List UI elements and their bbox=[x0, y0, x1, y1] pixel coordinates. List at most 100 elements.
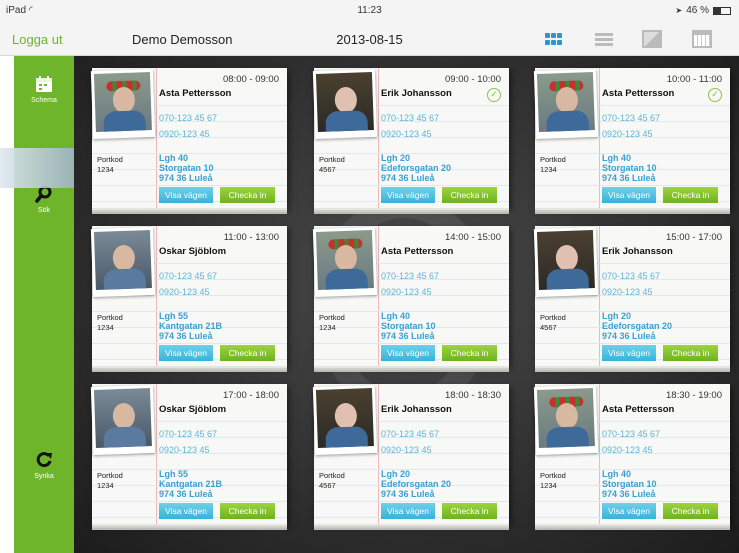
client-name: Asta Pettersson bbox=[381, 246, 454, 257]
mobile-phone-link[interactable]: 070-123 45 67 bbox=[381, 113, 439, 123]
client-avatar bbox=[93, 72, 152, 132]
check-in-button[interactable]: Checka in bbox=[220, 503, 275, 519]
client-photo bbox=[90, 226, 156, 298]
show-route-button[interactable]: Visa vägen bbox=[381, 503, 435, 519]
home-phone-link[interactable]: 0920-123 45 bbox=[159, 129, 210, 139]
apartment: Lgh 40 bbox=[602, 469, 632, 479]
mobile-phone-link[interactable]: 070-123 45 67 bbox=[159, 271, 217, 281]
visit-card[interactable]: 10:00 - 11:00 Asta Pettersson ✓ 070-123 … bbox=[533, 68, 730, 208]
home-phone-link[interactable]: 0920-123 45 bbox=[602, 445, 653, 455]
apartment: Lgh 40 bbox=[381, 311, 411, 321]
apartment: Lgh 20 bbox=[381, 153, 411, 163]
street-address: Edeforsgatan 20 bbox=[381, 479, 452, 489]
street-address: Storgatan 10 bbox=[602, 479, 657, 489]
home-phone-link[interactable]: 0920-123 45 bbox=[381, 129, 432, 139]
check-in-button[interactable]: Checka in bbox=[442, 345, 497, 361]
sidebar-item-schema[interactable]: Schema bbox=[14, 74, 74, 104]
client-name: Erik Johansson bbox=[381, 88, 452, 99]
visit-time: 18:00 - 18:30 bbox=[445, 390, 501, 401]
check-in-button[interactable]: Checka in bbox=[442, 187, 497, 203]
postal-city: 974 36 Luleå bbox=[381, 489, 435, 499]
check-in-button[interactable]: Checka in bbox=[663, 503, 718, 519]
show-route-button[interactable]: Visa vägen bbox=[159, 345, 213, 361]
portkod-value: 4567 bbox=[319, 165, 336, 174]
mobile-phone-link[interactable]: 070-123 45 67 bbox=[602, 113, 660, 123]
client-photo bbox=[533, 68, 599, 140]
client-photo bbox=[90, 384, 156, 456]
visit-time: 09:00 - 10:00 bbox=[445, 74, 501, 85]
visit-card[interactable]: 09:00 - 10:00 Erik Johansson ✓ 070-123 4… bbox=[312, 68, 509, 208]
logout-button[interactable]: Logga ut bbox=[12, 32, 63, 47]
client-name: Asta Pettersson bbox=[602, 88, 675, 99]
calendar-view-icon[interactable] bbox=[692, 30, 712, 48]
user-name: Demo Demosson bbox=[132, 32, 233, 47]
visit-card[interactable]: 11:00 - 13:00 Oskar Sjöblom 070-123 45 6… bbox=[90, 226, 287, 366]
visit-time: 18:30 - 19:00 bbox=[666, 390, 722, 401]
home-phone-link[interactable]: 0920-123 45 bbox=[159, 445, 210, 455]
status-time: 11:23 bbox=[357, 5, 382, 16]
visit-time: 17:00 - 18:00 bbox=[223, 390, 279, 401]
page-date: 2013-08-15 bbox=[336, 32, 403, 47]
check-in-button[interactable]: Checka in bbox=[663, 345, 718, 361]
street-address: Kantgatan 21B bbox=[159, 479, 223, 489]
visit-card[interactable]: 18:30 - 19:00 Asta Pettersson 070-123 45… bbox=[533, 384, 730, 524]
photo-view-icon[interactable] bbox=[642, 30, 662, 48]
body-shape bbox=[103, 268, 147, 290]
portkod-value: 1234 bbox=[540, 481, 557, 490]
face-shape bbox=[334, 244, 358, 272]
list-view-icon[interactable] bbox=[594, 30, 614, 48]
show-route-button[interactable]: Visa vägen bbox=[159, 187, 213, 203]
home-phone-link[interactable]: 0920-123 45 bbox=[602, 129, 653, 139]
postal-city: 974 36 Luleå bbox=[159, 489, 213, 499]
portkod-label: Portkod bbox=[97, 155, 123, 164]
face-shape bbox=[334, 402, 358, 430]
show-route-button[interactable]: Visa vägen bbox=[602, 503, 656, 519]
check-in-button[interactable]: Checka in bbox=[220, 345, 275, 361]
portkod-value: 4567 bbox=[319, 481, 336, 490]
check-in-button[interactable]: Checka in bbox=[663, 187, 718, 203]
client-avatar bbox=[536, 388, 595, 448]
mobile-phone-link[interactable]: 070-123 45 67 bbox=[381, 271, 439, 281]
show-route-button[interactable]: Visa vägen bbox=[159, 503, 213, 519]
visit-card[interactable]: 18:00 - 18:30 Erik Johansson 070-123 45 … bbox=[312, 384, 509, 524]
client-photo bbox=[312, 68, 378, 140]
checked-icon: ✓ bbox=[708, 88, 722, 102]
mobile-phone-link[interactable]: 070-123 45 67 bbox=[381, 429, 439, 439]
visit-card[interactable]: 14:00 - 15:00 Asta Pettersson 070-123 45… bbox=[312, 226, 509, 366]
mobile-phone-link[interactable]: 070-123 45 67 bbox=[602, 271, 660, 281]
face-shape bbox=[555, 244, 579, 272]
portkod-label: Portkod bbox=[540, 471, 566, 480]
check-in-button[interactable]: Checka in bbox=[442, 503, 497, 519]
street-address: Storgatan 10 bbox=[381, 321, 436, 331]
postal-city: 974 36 Luleå bbox=[159, 173, 213, 183]
visit-time: 14:00 - 15:00 bbox=[445, 232, 501, 243]
postal-city: 974 36 Luleå bbox=[381, 173, 435, 183]
visit-card[interactable]: 17:00 - 18:00 Oskar Sjöblom 070-123 45 6… bbox=[90, 384, 287, 524]
show-route-button[interactable]: Visa vägen bbox=[381, 345, 435, 361]
client-photo bbox=[312, 384, 378, 456]
home-phone-link[interactable]: 0920-123 45 bbox=[381, 287, 432, 297]
portkod-value: 1234 bbox=[97, 323, 114, 332]
mobile-phone-link[interactable]: 070-123 45 67 bbox=[159, 113, 217, 123]
visit-card[interactable]: 15:00 - 17:00 Erik Johansson 070-123 45 … bbox=[533, 226, 730, 366]
left-shade bbox=[0, 148, 74, 188]
sidebar-item-sync[interactable]: Synka bbox=[14, 450, 74, 480]
client-avatar bbox=[315, 230, 374, 290]
home-phone-link[interactable]: 0920-123 45 bbox=[381, 445, 432, 455]
home-phone-link[interactable]: 0920-123 45 bbox=[159, 287, 210, 297]
show-route-button[interactable]: Visa vägen bbox=[381, 187, 435, 203]
client-name: Asta Pettersson bbox=[602, 404, 675, 415]
body-shape bbox=[325, 426, 369, 448]
sidebar-item-search[interactable]: Sök bbox=[14, 184, 74, 214]
sidebar: Schema Sök Synka bbox=[14, 56, 74, 553]
home-phone-link[interactable]: 0920-123 45 bbox=[602, 287, 653, 297]
mobile-phone-link[interactable]: 070-123 45 67 bbox=[159, 429, 217, 439]
show-route-button[interactable]: Visa vägen bbox=[602, 187, 656, 203]
visit-time: 11:00 - 13:00 bbox=[223, 232, 279, 243]
portkod-value: 4567 bbox=[540, 323, 557, 332]
mobile-phone-link[interactable]: 070-123 45 67 bbox=[602, 429, 660, 439]
check-in-button[interactable]: Checka in bbox=[220, 187, 275, 203]
visit-card[interactable]: 08:00 - 09:00 Asta Pettersson 070-123 45… bbox=[90, 68, 287, 208]
show-route-button[interactable]: Visa vägen bbox=[602, 345, 656, 361]
grid-view-icon[interactable] bbox=[544, 30, 564, 48]
